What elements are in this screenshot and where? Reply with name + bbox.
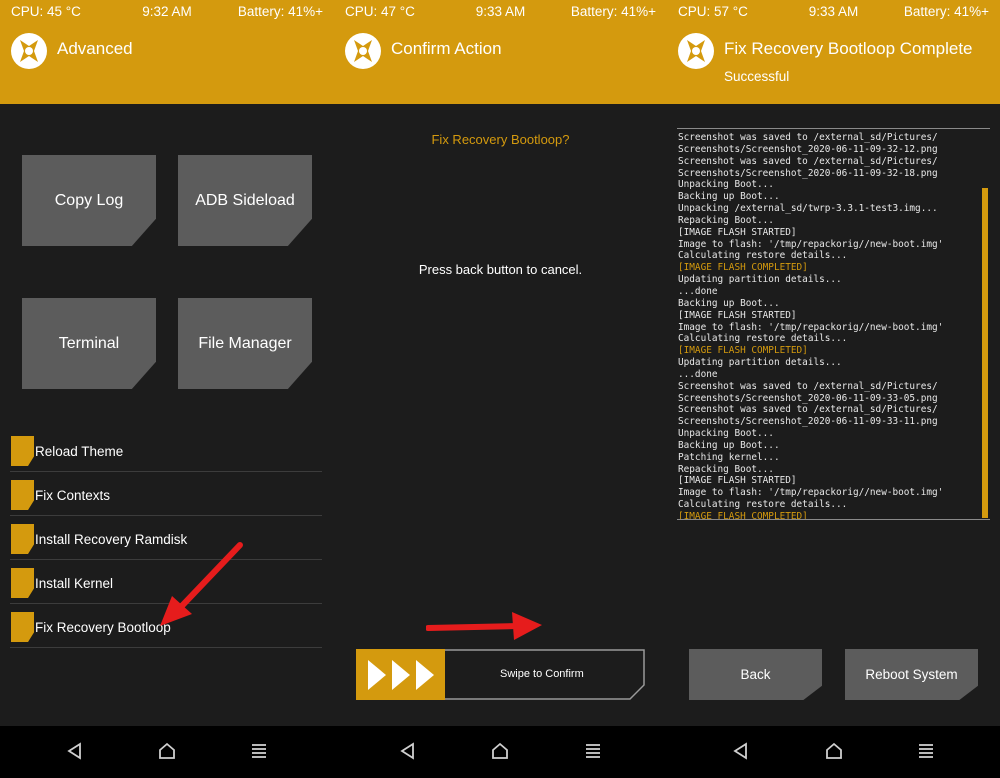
menu-icon[interactable]: [583, 741, 603, 761]
reboot-system-button[interactable]: Reboot System: [845, 649, 978, 700]
cancel-note: Press back button to cancel.: [418, 262, 583, 277]
clock: 9:33 AM: [808, 4, 859, 19]
log-line: Screenshot was saved to /external_sd/Pic…: [678, 132, 938, 143]
log-line: Image to flash: '/tmp/repackorig//new-bo…: [678, 238, 944, 250]
log-line: ...done: [678, 285, 718, 297]
console-divider: [677, 128, 990, 129]
list-tab-icon: [11, 480, 34, 510]
twrp-logo-icon: [678, 33, 714, 69]
swipe-label: Swipe to Confirm: [500, 668, 584, 680]
menu-icon[interactable]: [916, 741, 936, 761]
clock: 9:33 AM: [475, 4, 526, 19]
log-line: Image to flash: '/tmp/repackorig//new-bo…: [678, 321, 944, 333]
log-line: Image to flash: '/tmp/repackorig//new-bo…: [678, 487, 944, 499]
log-line: Calculating restore details...: [678, 499, 848, 511]
page-subtitle: Successful: [724, 69, 790, 84]
red-arrow-icon: [160, 542, 243, 626]
header: CPU: 45 °C 9:32 AM Battery: 41%+ Advance…: [0, 0, 334, 104]
cpu-temp: CPU: 45 °C: [11, 4, 81, 19]
home-icon[interactable]: [490, 741, 510, 761]
cpu-temp: CPU: 57 °C: [678, 4, 748, 19]
status-bar: CPU: 45 °C 9:32 AM Battery: 41%+: [0, 0, 334, 26]
list-item-fix-contexts[interactable]: Fix Contexts: [10, 472, 322, 516]
log-line: [IMAGE FLASH STARTED]: [678, 226, 797, 238]
file-manager-button[interactable]: File Manager: [178, 298, 312, 389]
navigation-bar: [0, 726, 1000, 778]
log-line: Screenshots/Screenshot_2020-06-11-09-33-…: [678, 416, 938, 428]
log-line: Backing up Boot...: [678, 191, 780, 203]
log-line: Screenshot was saved to /external_sd/Pic…: [678, 380, 938, 392]
list-tab-icon: [11, 524, 34, 554]
log-line: Calculating restore details...: [678, 333, 848, 345]
log-line: Updating partition details...: [678, 274, 842, 286]
log-line: Calculating restore details...: [678, 250, 848, 262]
console-divider: [677, 519, 990, 520]
swipe-to-confirm-slider[interactable]: Swipe to Confirm: [356, 649, 645, 700]
list-tab-icon: [11, 436, 34, 466]
confirm-question: Fix Recovery Bootloop?: [431, 132, 570, 147]
list-item-reload-theme[interactable]: Reload Theme: [10, 428, 322, 472]
swipe-handle[interactable]: [356, 649, 445, 700]
log-line: Screenshot was saved to /external_sd/Pic…: [678, 155, 938, 167]
log-line: Unpacking /external_sd/twrp-3.3.1-test3.…: [678, 203, 938, 215]
triple-arrow-icon: [367, 659, 434, 690]
complete-panel: CPU: 57 °C 9:33 AM Battery: 41%+ Fix Rec…: [667, 0, 1000, 726]
advanced-panel: CPU: 45 °C 9:32 AM Battery: 41%+ Advance…: [0, 0, 334, 726]
copy-log-button[interactable]: Copy Log: [22, 155, 156, 246]
log-line: Backing up Boot...: [678, 297, 780, 309]
confirm-action-panel: CPU: 47 °C 9:33 AM Battery: 41%+ Confirm…: [334, 0, 667, 726]
log-line: [IMAGE FLASH COMPLETED]: [678, 262, 808, 274]
log-line: Screenshot was saved to /external_sd/Pic…: [678, 404, 938, 416]
battery: Battery: 41%+: [237, 4, 323, 19]
log-line: [IMAGE FLASH STARTED]: [678, 309, 797, 321]
log-line: Updating partition details...: [678, 357, 842, 369]
log-line: Patching kernel...: [678, 451, 780, 463]
battery: Battery: 41%+: [570, 4, 656, 19]
console-scrollbar[interactable]: [982, 188, 988, 518]
log-line: Screenshots/Screenshot_2020-06-11-09-32-…: [678, 143, 938, 155]
back-button[interactable]: Back: [689, 649, 822, 700]
back-icon[interactable]: [731, 741, 751, 761]
status-bar: CPU: 57 °C 9:33 AM Battery: 41%+: [667, 0, 1000, 26]
adb-sideload-button[interactable]: ADB Sideload: [178, 155, 312, 246]
log-text: Screenshot was saved to /external_sd/Pic…: [678, 132, 978, 520]
status-bar: CPU: 47 °C 9:33 AM Battery: 41%+: [334, 0, 667, 26]
home-icon[interactable]: [157, 741, 177, 761]
terminal-button[interactable]: Terminal: [22, 298, 156, 389]
list-item-label: Fix Contexts: [35, 488, 111, 503]
menu-icon[interactable]: [249, 741, 269, 761]
log-line: Unpacking Boot...: [678, 428, 774, 440]
console-log[interactable]: Screenshot was saved to /external_sd/Pic…: [677, 128, 990, 520]
log-line: [IMAGE FLASH COMPLETED]: [678, 345, 808, 357]
list-tab-icon: [11, 612, 34, 642]
log-line: Screenshots/Screenshot_2020-06-11-09-33-…: [678, 392, 938, 404]
home-icon[interactable]: [824, 741, 844, 761]
cpu-temp: CPU: 47 °C: [345, 4, 415, 19]
log-line: ...done: [678, 368, 718, 380]
header: CPU: 57 °C 9:33 AM Battery: 41%+ Fix Rec…: [667, 0, 1000, 104]
log-line: Unpacking Boot...: [678, 179, 774, 191]
red-arrow-icon: [426, 612, 542, 640]
clock: 9:32 AM: [142, 4, 192, 19]
page-title: Fix Recovery Bootloop Complete: [724, 39, 973, 58]
list-tab-icon: [11, 568, 34, 598]
log-line: Screenshots/Screenshot_2020-06-11-09-32-…: [678, 167, 938, 179]
battery: Battery: 41%+: [903, 4, 989, 19]
list-item-label: Install Kernel: [35, 576, 114, 591]
twrp-logo-icon: [345, 33, 381, 69]
log-line: Repacking Boot...: [678, 214, 774, 226]
header: CPU: 47 °C 9:33 AM Battery: 41%+ Confirm…: [334, 0, 667, 104]
log-line: [IMAGE FLASH STARTED]: [678, 475, 797, 487]
back-icon[interactable]: [398, 741, 418, 761]
list-item-label: Reload Theme: [35, 444, 124, 459]
log-line: Repacking Boot...: [678, 463, 774, 475]
twrp-logo-icon: [11, 33, 47, 69]
log-line: Backing up Boot...: [678, 439, 780, 451]
page-title: Confirm Action: [391, 39, 502, 58]
page-title: Advanced: [57, 39, 133, 58]
back-icon[interactable]: [65, 741, 85, 761]
